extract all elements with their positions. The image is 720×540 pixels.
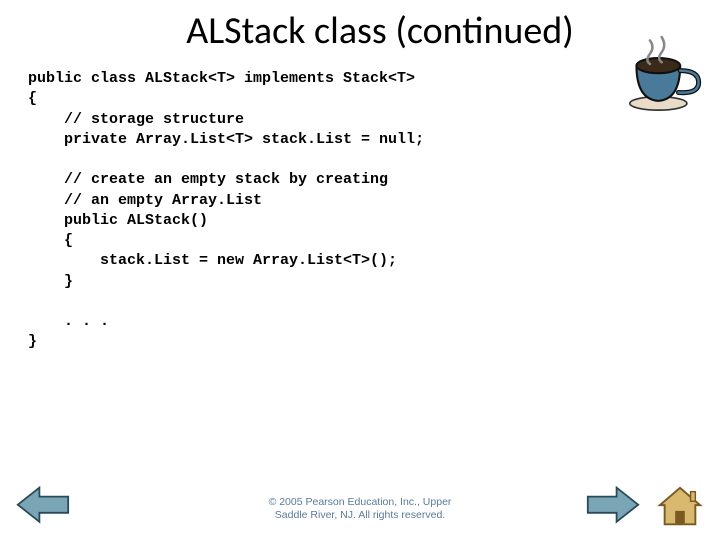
- coffee-cup-icon: [618, 32, 702, 116]
- slide-container: ALStack class (continued) public class A…: [0, 0, 720, 540]
- code-listing: public class ALStack<T> implements Stack…: [28, 69, 696, 353]
- prev-button[interactable]: [16, 484, 70, 526]
- prev-arrow-icon: [16, 484, 70, 525]
- home-icon: [656, 484, 704, 528]
- next-arrow-icon: [586, 484, 640, 525]
- page-title: ALStack class (continued): [64, 8, 696, 54]
- next-button[interactable]: [586, 484, 640, 526]
- home-button[interactable]: [656, 484, 704, 528]
